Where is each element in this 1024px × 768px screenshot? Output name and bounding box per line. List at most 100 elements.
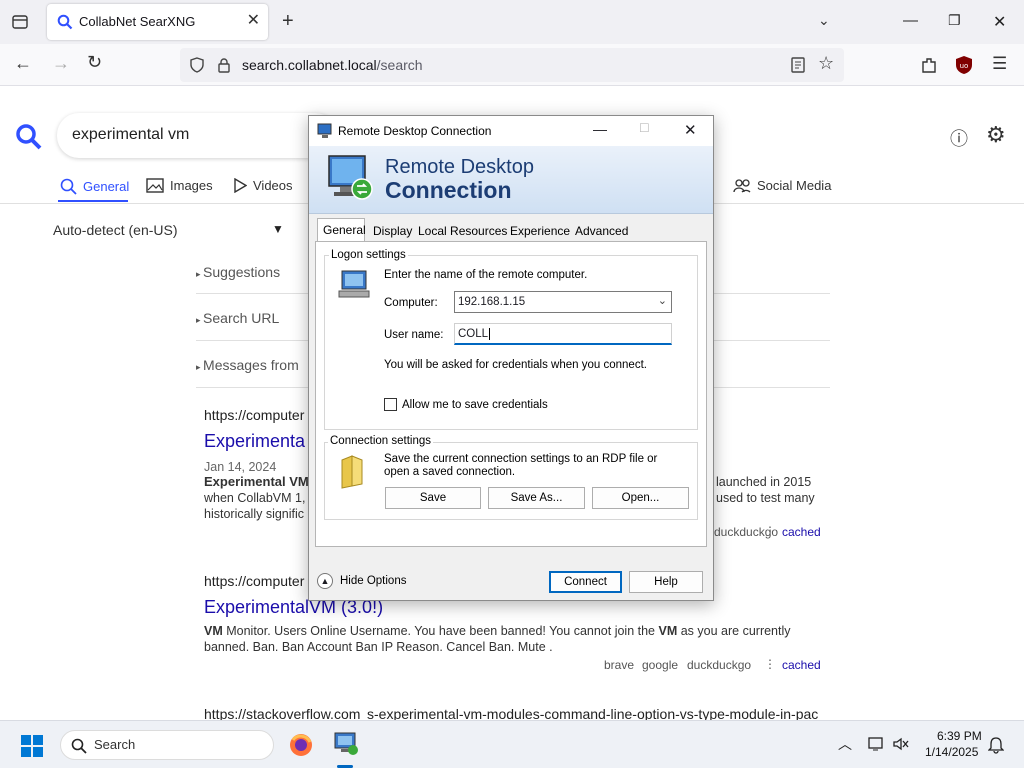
reader-view-icon[interactable] <box>791 57 805 73</box>
result-url[interactable]: https://computer <box>204 573 304 589</box>
cached-link[interactable]: cached <box>782 525 821 539</box>
restore-icon[interactable]: ❐ <box>948 12 961 29</box>
minimize-icon[interactable]: — <box>903 12 918 29</box>
dialog-minimize-icon[interactable]: — <box>593 121 607 137</box>
result-date: Jan 14, 2024 <box>204 460 277 474</box>
help-button[interactable]: Help <box>629 571 703 593</box>
new-tab-icon[interactable]: + <box>282 10 294 33</box>
banner-line1: Remote Desktop <box>385 156 534 178</box>
chevron-down-icon[interactable]: ⌄ <box>658 294 667 307</box>
connection-hint: Save the current connection settings to … <box>384 453 658 478</box>
snippet-text: as you are currently <box>680 624 791 638</box>
tab-images[interactable]: Images <box>146 178 213 193</box>
firefox-icon[interactable] <box>288 732 314 758</box>
result-snippet-line: when CollabVM 1, <box>204 491 306 505</box>
menu-icon[interactable]: ☰ <box>992 54 1007 74</box>
tab-social-media[interactable]: Social Media <box>733 178 831 193</box>
open-button[interactable]: Open... <box>592 487 689 509</box>
more-icon[interactable]: ⋮ <box>764 657 776 671</box>
cached-link[interactable]: cached <box>782 658 821 672</box>
search-input[interactable]: experimental vm <box>57 113 337 158</box>
url-bar[interactable]: search.collabnet.local/search ☆ <box>180 48 844 82</box>
folder-icon <box>341 455 363 489</box>
language-dropdown-icon[interactable]: ▼ <box>272 222 284 236</box>
hide-options-icon[interactable]: ▲ <box>317 573 333 589</box>
result-title[interactable]: Experimenta <box>204 431 305 452</box>
username-input[interactable]: COLL <box>454 323 672 345</box>
hide-options-link[interactable]: Hide Options <box>340 575 406 587</box>
notification-bell-icon[interactable] <box>988 736 1004 754</box>
result-engine[interactable]: google <box>642 658 678 672</box>
bookmark-star-icon[interactable]: ☆ <box>818 53 834 74</box>
suggestions-toggle[interactable]: ▸ Suggestions <box>196 264 280 280</box>
taskbar-search-label: Search <box>94 737 136 752</box>
rdp-tab-advanced[interactable]: Advanced <box>575 224 628 238</box>
save-credentials-label[interactable]: Allow me to save credentials <box>402 399 548 411</box>
tab-videos[interactable]: Videos <box>233 178 293 193</box>
computer-value: 192.168.1.15 <box>458 296 526 308</box>
lock-icon[interactable] <box>217 57 231 73</box>
forward-icon[interactable]: → <box>52 53 70 74</box>
connect-button[interactable]: Connect <box>549 571 622 593</box>
dialog-titlebar[interactable]: Remote Desktop Connection — ☐ ✕ <box>309 116 713 146</box>
ublock-icon[interactable]: uo <box>955 55 973 75</box>
windows-start-icon[interactable] <box>20 734 44 758</box>
taskbar: Search ︿ 6:39 PM 1/14/2025 <box>0 720 1024 768</box>
more-icon[interactable]: ⋮ <box>764 524 776 538</box>
search-url-toggle[interactable]: ▸ Search URL <box>196 310 279 326</box>
volume-muted-icon[interactable] <box>892 736 910 752</box>
result-engine[interactable]: brave <box>604 658 634 672</box>
result-url[interactable]: https://computer <box>204 407 304 423</box>
info-icon[interactable]: ⓘ <box>950 125 968 151</box>
back-icon[interactable]: ← <box>14 53 32 74</box>
dialog-title: Remote Desktop Connection <box>338 124 492 138</box>
result-snippet: VM Monitor. Users Online Username. You h… <box>204 623 824 639</box>
tab-close-icon[interactable]: ✕ <box>247 11 260 31</box>
svg-text:uo: uo <box>960 62 969 70</box>
url-path: /search <box>376 57 423 73</box>
dialog-close-icon[interactable]: ✕ <box>684 121 697 139</box>
play-icon <box>234 178 247 193</box>
clock-time[interactable]: 6:39 PM <box>937 729 982 743</box>
show-hidden-icons-icon[interactable]: ︿ <box>838 734 852 754</box>
result-snippet-line: used to test many <box>716 491 815 505</box>
computer-icon <box>338 270 370 298</box>
rdp-tab-local-resources[interactable]: Local Resources <box>418 224 507 238</box>
search-icon <box>71 738 87 754</box>
tab-list-icon[interactable] <box>11 13 29 31</box>
taskbar-search[interactable]: Search <box>60 730 274 760</box>
close-window-icon[interactable]: ✕ <box>993 12 1006 32</box>
tab-videos-label: Videos <box>253 178 293 193</box>
network-icon[interactable] <box>868 736 886 752</box>
save-credentials-checkbox[interactable] <box>384 398 397 411</box>
rdp-tab-display[interactable]: Display <box>373 224 412 238</box>
result-engine[interactable]: duckduckgo <box>687 658 751 672</box>
messages-label: Messages from <box>203 357 299 373</box>
tab-general[interactable]: General <box>60 178 129 195</box>
result-snippet-line: banned. Ban. Ban Account Ban IP Reason. … <box>204 640 553 654</box>
connection-group-label: Connection settings <box>328 435 434 447</box>
reload-icon[interactable]: ↻ <box>87 52 102 73</box>
list-all-tabs-icon[interactable]: ⌄ <box>818 12 830 29</box>
search-query[interactable]: experimental vm <box>72 126 189 144</box>
url-text[interactable]: search.collabnet.local/search <box>242 57 423 73</box>
settings-gear-icon[interactable]: ⚙ <box>986 122 1006 148</box>
image-icon <box>146 178 164 193</box>
shield-icon[interactable] <box>189 57 205 73</box>
computer-combobox[interactable]: 192.168.1.15 ⌄ <box>454 291 672 313</box>
save-button[interactable]: Save <box>385 487 481 509</box>
language-select[interactable]: Auto-detect (en-US) <box>53 222 178 238</box>
clock-date[interactable]: 1/14/2025 <box>925 745 978 759</box>
tab-title: CollabNet SearXNG <box>79 14 196 29</box>
browser-tab[interactable]: CollabNet SearXNG ✕ <box>47 4 268 40</box>
extensions-icon[interactable] <box>920 56 938 74</box>
rdp-tab-experience[interactable]: Experience <box>510 224 570 238</box>
rdp-tab-general[interactable]: General <box>323 223 366 237</box>
computer-label: Computer: <box>384 297 438 309</box>
rdp-monitor-icon <box>328 155 373 200</box>
messages-toggle[interactable]: ▸ Messages from <box>196 357 299 373</box>
search-url-label: Search URL <box>203 310 280 326</box>
rdp-taskbar-icon[interactable] <box>333 731 359 757</box>
searxng-logo-icon[interactable] <box>15 123 43 151</box>
save-as-button[interactable]: Save As... <box>488 487 585 509</box>
